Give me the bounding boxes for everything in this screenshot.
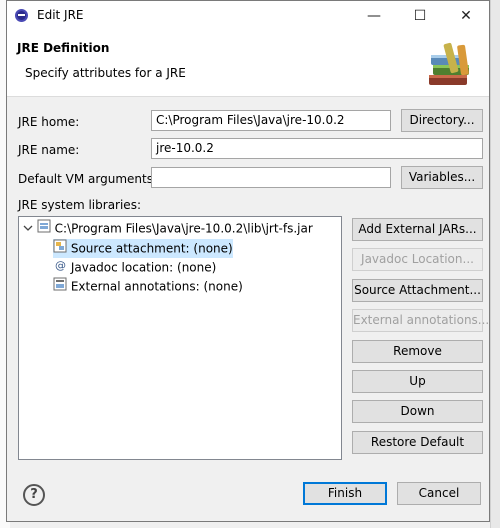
finish-button[interactable]: Finish xyxy=(303,482,387,505)
minimize-button[interactable]: — xyxy=(351,1,397,31)
maximize-button[interactable]: ☐ xyxy=(397,1,443,31)
libraries-label: JRE system libraries: xyxy=(18,198,141,212)
down-button[interactable]: Down xyxy=(352,400,483,423)
close-button[interactable]: ✕ xyxy=(443,1,489,31)
jre-name-field[interactable]: jre-10.0.2 xyxy=(151,138,483,159)
tree-child-label: Source attachment: (none) xyxy=(70,241,233,256)
expand-chevron-icon[interactable] xyxy=(23,220,33,239)
javadoc-location-button[interactable]: Javadoc Location... xyxy=(352,248,483,271)
restore-default-button[interactable]: Restore Default xyxy=(352,431,483,454)
jar-icon xyxy=(37,219,51,239)
remove-button[interactable]: Remove xyxy=(352,340,483,363)
tree-item-javadoc-location[interactable]: @ Javadoc location: (none) xyxy=(53,258,216,277)
header-title: JRE Definition xyxy=(17,41,110,55)
help-icon[interactable]: ? xyxy=(23,484,45,506)
vm-args-label: Default VM arguments: xyxy=(18,172,158,186)
source-attachment-button[interactable]: Source Attachment... xyxy=(352,279,483,302)
header-subtitle: Specify attributes for a JRE xyxy=(25,66,186,80)
library-books-icon xyxy=(429,42,469,85)
eclipse-icon xyxy=(15,9,28,22)
window-title: Edit JRE xyxy=(37,8,84,22)
system-libraries-tree[interactable]: C:\Program Files\Java\jre-10.0.2\lib\jrt… xyxy=(18,216,342,460)
jre-name-label: JRE name: xyxy=(18,143,80,157)
jre-home-label: JRE home: xyxy=(18,115,80,129)
add-external-jars-button[interactable]: Add External JARs... xyxy=(352,218,483,241)
jre-home-field[interactable]: C:\Program Files\Java\jre-10.0.2 xyxy=(151,110,391,131)
dialog-header: JRE Definition Specify attributes for a … xyxy=(7,31,489,97)
svg-text:@: @ xyxy=(55,259,66,272)
cancel-button[interactable]: Cancel xyxy=(397,482,481,505)
tree-child-label: External annotations: (none) xyxy=(70,279,243,294)
external-annotations-button[interactable]: External annotations... xyxy=(352,309,489,332)
background-app-right xyxy=(490,0,500,528)
edit-jre-dialog: Edit JRE — ☐ ✕ JRE Definition Specify at… xyxy=(6,0,490,522)
source-attachment-icon xyxy=(53,239,67,259)
directory-button[interactable]: Directory... xyxy=(401,109,483,132)
annotations-icon xyxy=(53,277,67,297)
vm-args-field[interactable] xyxy=(151,167,391,188)
tree-item-jrt-fs[interactable]: C:\Program Files\Java\jre-10.0.2\lib\jrt… xyxy=(23,219,313,238)
tree-root-label: C:\Program Files\Java\jre-10.0.2\lib\jrt… xyxy=(54,221,313,236)
up-button[interactable]: Up xyxy=(352,370,483,393)
tree-item-external-annotations[interactable]: External annotations: (none) xyxy=(53,277,243,296)
title-bar: Edit JRE — ☐ ✕ xyxy=(7,1,489,31)
javadoc-at-icon: @ xyxy=(53,258,67,278)
variables-button[interactable]: Variables... xyxy=(401,166,483,189)
tree-item-source-attachment[interactable]: Source attachment: (none) xyxy=(53,239,233,258)
tree-child-label: Javadoc location: (none) xyxy=(70,260,217,275)
